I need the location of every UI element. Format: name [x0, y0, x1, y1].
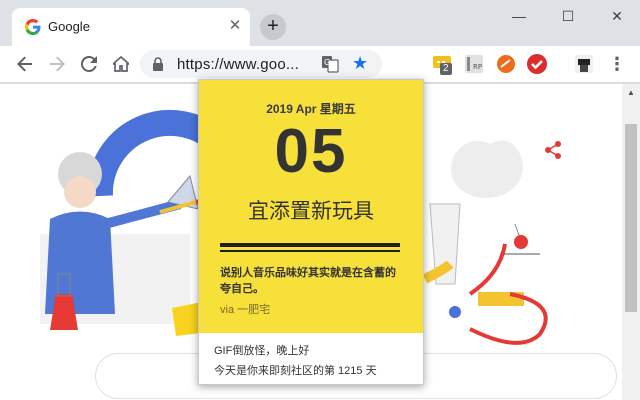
page-scrollbar[interactable]: ▲ [622, 84, 640, 400]
address-bar[interactable]: https://www.goo... G ★ [140, 50, 382, 78]
back-button[interactable] [11, 50, 39, 78]
popup-source[interactable]: via 一肥宅 [220, 301, 270, 317]
tab-close-icon[interactable]: ✕ [225, 16, 245, 36]
scrollbar-thumb[interactable] [625, 124, 637, 312]
forward-arrow-icon [50, 56, 65, 72]
home-button[interactable] [107, 50, 135, 78]
forward-button[interactable] [43, 50, 71, 78]
todoist-extension-icon[interactable] [525, 52, 549, 76]
popup-rule-thin [220, 250, 400, 252]
url-text: https://www.goo... [177, 56, 299, 73]
extension-badge: 2 [440, 63, 452, 75]
new-tab-button[interactable]: + [260, 14, 286, 40]
tab-google[interactable]: Google ✕ [12, 8, 250, 46]
popup-calendar-card: 2019 Apr 星期五 05 宜添置新玩具 说别人音乐品味好其实就是在含蓄的夸… [199, 80, 423, 333]
popup-rule-thick [220, 243, 400, 247]
browser-toolbar: https://www.goo... G ★ J 2 RP ⋮ [0, 46, 640, 123]
popup-date: 2019 Apr 星期五 [266, 102, 356, 116]
popup-days-count: 今天是你来即刻社区的第 1215 天 [214, 365, 377, 377]
bookmark-star-icon[interactable]: ★ [352, 53, 368, 74]
reload-icon [80, 55, 97, 72]
share-icon[interactable] [545, 141, 561, 159]
svg-text:RP: RP [473, 63, 482, 71]
tab-strip: Google ✕ + — ☐ ✕ [0, 0, 640, 46]
more-menu-icon[interactable]: ⋮ [603, 50, 631, 78]
popup-quote: 说别人音乐品味好其实就是在含蓄的夸自己。 [220, 267, 396, 295]
reload-button[interactable] [75, 50, 103, 78]
popup-greeting: GIF倒放怪，晚上好 [214, 345, 310, 357]
popup-day-number: 05 [274, 117, 348, 186]
translate-icon[interactable]: G [321, 55, 339, 73]
minimize-button[interactable]: — [496, 2, 542, 30]
profile-avatar-icon[interactable] [572, 52, 596, 76]
maximize-button[interactable]: ☐ [545, 2, 591, 30]
tab-title: Google [48, 19, 90, 34]
home-icon [110, 55, 132, 72]
reader-extension-icon[interactable]: RP [462, 52, 486, 76]
back-arrow-icon [17, 56, 32, 72]
scroll-up-arrow-icon[interactable]: ▲ [622, 84, 640, 102]
orange-extension-icon[interactable] [494, 52, 518, 76]
google-favicon-icon [25, 19, 41, 35]
window-close-button[interactable]: ✕ [594, 2, 640, 30]
popup-advice: 宜添置新玩具 [248, 200, 374, 223]
svg-text:G: G [324, 58, 330, 67]
lock-icon [153, 57, 163, 71]
jike-daily-popup: 2019 Apr 星期五 05 宜添置新玩具 说别人音乐品味好其实就是在含蓄的夸… [198, 79, 424, 385]
